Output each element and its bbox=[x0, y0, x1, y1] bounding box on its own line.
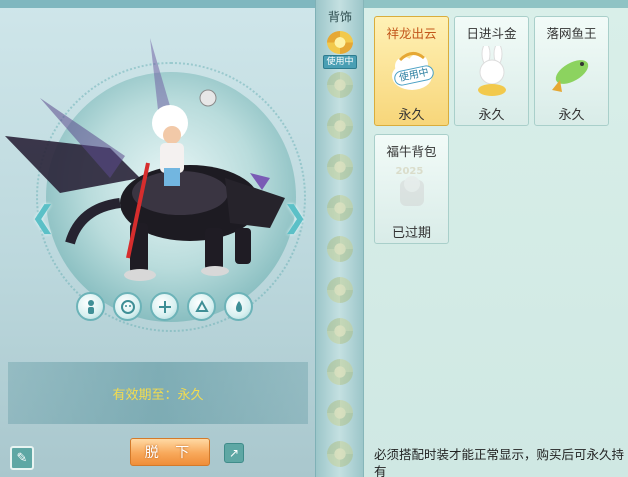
strip-item[interactable] bbox=[316, 110, 364, 151]
strip-item[interactable] bbox=[316, 69, 364, 110]
item-name: 祥龙出云 bbox=[386, 26, 437, 41]
flower-icon bbox=[327, 236, 353, 262]
item-list-panel: 祥龙出云 使用中 永久 日进斗金 永久 落网鱼王 永久 福牛背包 2025 已过… bbox=[364, 0, 628, 477]
strip-item[interactable] bbox=[316, 151, 364, 192]
rotate-right-arrow-icon[interactable]: ❯ bbox=[282, 194, 307, 240]
item-card[interactable]: 落网鱼王 永久 bbox=[534, 16, 609, 126]
preview-toolbar bbox=[76, 292, 253, 322]
flower-icon bbox=[327, 277, 353, 303]
strip-item[interactable] bbox=[316, 438, 364, 477]
strip-list: 使用中 bbox=[316, 28, 364, 477]
item-name: 日进斗金 bbox=[466, 26, 517, 41]
item-status: 已过期 bbox=[391, 226, 431, 241]
strip-item[interactable] bbox=[316, 397, 364, 438]
flower-icon bbox=[327, 154, 353, 180]
remove-button[interactable]: 脱 下 bbox=[130, 438, 210, 466]
flower-icon bbox=[327, 31, 353, 54]
preview-top-bar bbox=[0, 0, 315, 8]
edit-note-icon[interactable]: ✎ bbox=[10, 446, 34, 470]
item-name: 福牛背包 bbox=[386, 144, 437, 159]
face-icon[interactable] bbox=[113, 292, 142, 321]
flower-icon bbox=[327, 113, 353, 139]
validity-text: 有效期至：永久 bbox=[112, 387, 204, 403]
footer-tip: 必须搭配时装才能正常显示，购买后可永久持有 bbox=[374, 447, 625, 477]
category-strip: 背饰 使用中 bbox=[316, 0, 364, 477]
item-status: 永久 bbox=[558, 108, 585, 123]
item-card[interactable]: 日进斗金 永久 bbox=[454, 16, 529, 126]
year-text: 2025 bbox=[395, 166, 424, 177]
flower-icon bbox=[327, 400, 353, 426]
preview-panel: ❮ ❯ 有效期至：永久 ✎ 脱 下 ↗ bbox=[0, 0, 316, 477]
share-icon[interactable]: ↗ bbox=[224, 443, 244, 463]
item-card[interactable]: 祥龙出云 使用中 永久 bbox=[374, 16, 449, 126]
plus-icon[interactable] bbox=[150, 292, 179, 321]
strip-item[interactable]: 使用中 bbox=[316, 28, 364, 69]
validity-bar: 有效期至：永久 bbox=[8, 362, 308, 424]
strip-item[interactable] bbox=[316, 356, 364, 397]
mount-preview-image[interactable] bbox=[0, 28, 316, 288]
strip-title: 背饰 bbox=[327, 10, 352, 24]
item-status: 永久 bbox=[398, 108, 425, 123]
character-icon[interactable] bbox=[76, 292, 105, 321]
strip-item[interactable] bbox=[316, 233, 364, 274]
flower-icon bbox=[327, 195, 353, 221]
rotate-left-arrow-icon[interactable]: ❮ bbox=[30, 194, 55, 240]
dye-icon[interactable] bbox=[224, 292, 253, 321]
flower-icon bbox=[327, 441, 353, 467]
strip-item[interactable] bbox=[316, 315, 364, 356]
flower-icon bbox=[327, 359, 353, 385]
item-card[interactable]: 福牛背包 2025 已过期 bbox=[374, 134, 449, 244]
gold-rabbit-icon bbox=[466, 43, 518, 98]
dragon-cloud-icon: 使用中 bbox=[386, 46, 438, 98]
strip-item[interactable] bbox=[316, 274, 364, 315]
fish-king-icon bbox=[546, 46, 598, 98]
strip-item[interactable] bbox=[316, 192, 364, 233]
item-name: 落网鱼王 bbox=[546, 26, 597, 41]
in-use-tag: 使用中 bbox=[323, 55, 357, 69]
ox-backpack-icon: 2025 bbox=[386, 164, 438, 216]
mount-action-icon[interactable] bbox=[187, 292, 216, 321]
item-status: 永久 bbox=[478, 108, 505, 123]
item-grid: 祥龙出云 使用中 永久 日进斗金 永久 落网鱼王 永久 福牛背包 2025 已过… bbox=[374, 16, 609, 244]
flower-icon bbox=[327, 72, 353, 98]
flower-icon bbox=[327, 318, 353, 344]
